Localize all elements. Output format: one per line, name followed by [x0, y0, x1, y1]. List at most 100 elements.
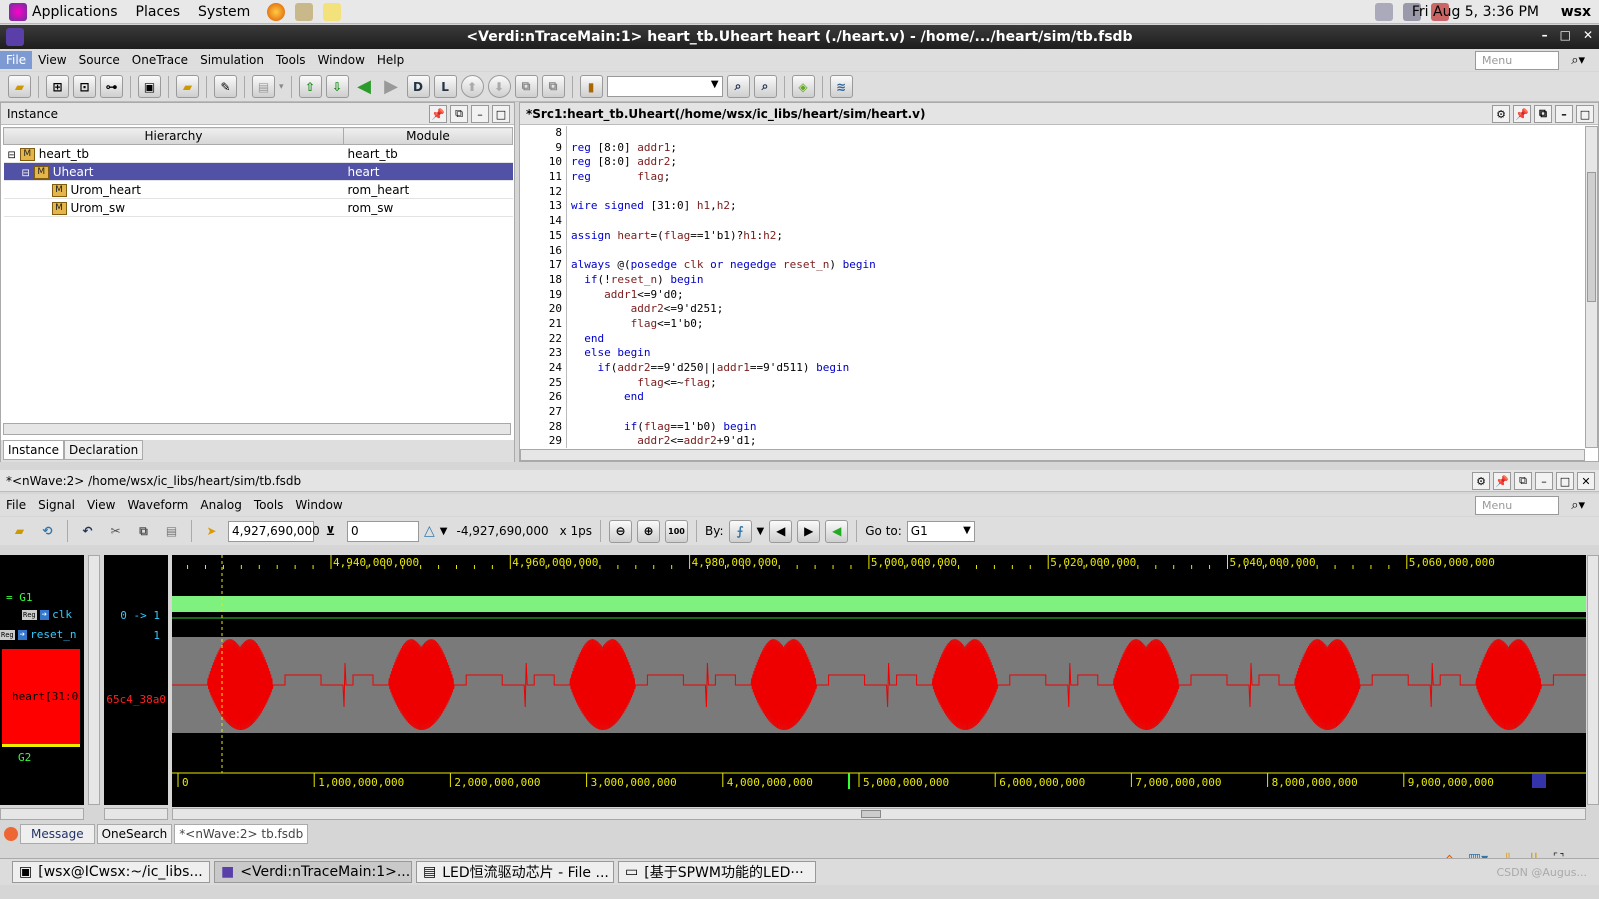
- collapse-icon[interactable]: ⊟: [8, 150, 16, 161]
- edge-icon[interactable]: ⨍: [728, 519, 752, 543]
- code-line[interactable]: 9 reg [8:0] addr1;: [520, 140, 1584, 156]
- horizontal-scrollbar[interactable]: [3, 423, 511, 435]
- undock-icon[interactable]: ⧉: [1534, 105, 1552, 123]
- close-icon[interactable]: ✕: [1583, 28, 1593, 42]
- copy-icon[interactable]: ⧉: [132, 520, 155, 543]
- search-icon[interactable]: ⌕▾: [1571, 498, 1585, 513]
- code-line[interactable]: 25 flag<=~flag;: [520, 375, 1584, 391]
- menu-view[interactable]: View: [32, 51, 72, 69]
- undo-icon[interactable]: ↶: [76, 520, 99, 543]
- hierarchy-tree-icon[interactable]: ⊞: [46, 75, 69, 98]
- nwave-icon[interactable]: ≋: [829, 75, 853, 98]
- menu-tools[interactable]: Tools: [270, 51, 312, 69]
- code-line[interactable]: 26 end: [520, 390, 1584, 406]
- settings-icon[interactable]: ⚙: [1472, 472, 1490, 490]
- forward-arrow-icon[interactable]: ▶: [380, 75, 403, 98]
- pin-icon[interactable]: 📌: [429, 105, 447, 123]
- table-row[interactable]: ⊟ Mheart_tb heart_tb: [3, 144, 513, 163]
- menu-search-input[interactable]: Menu: [1475, 50, 1559, 70]
- code-line[interactable]: 12: [520, 184, 1584, 200]
- connect2-icon[interactable]: ⧉: [541, 75, 565, 98]
- menu-simulation[interactable]: Simulation: [194, 51, 270, 69]
- source-code-view[interactable]: 8 9 reg [8:0] addr1; 10 reg [8:0] addr2; 11 re…: [520, 126, 1584, 448]
- close-icon[interactable]: ✕: [1577, 472, 1595, 490]
- task-verdi[interactable]: ■ <Verdi:nTraceMain:1>...: [214, 861, 412, 883]
- task-file-browser[interactable]: ▤ LED恒流驱动芯片 - File ...: [416, 861, 614, 883]
- zoom-out-icon[interactable]: ⊖: [609, 519, 633, 543]
- paste-icon[interactable]: ▤: [160, 520, 183, 543]
- code-line[interactable]: 18 if(!reset_n) begin: [520, 272, 1584, 288]
- wave-menu-search-input[interactable]: Menu: [1475, 495, 1559, 515]
- code-line[interactable]: 11 reg flag;: [520, 170, 1584, 185]
- task-document[interactable]: ▭ [基于SPWM功能的LED···: [618, 861, 816, 883]
- bookmark-icon[interactable]: ▮: [579, 75, 603, 98]
- marker-time-input[interactable]: 0: [347, 520, 419, 542]
- chevron-down-icon[interactable]: ▼: [440, 526, 448, 537]
- code-line[interactable]: 28 if(flag==1'b0) begin: [520, 419, 1584, 435]
- maximize-icon[interactable]: □: [1576, 105, 1594, 123]
- code-line[interactable]: 17 always @(posedge clk or negedge reset_…: [520, 258, 1584, 273]
- flow-icon[interactable]: ⊶: [100, 75, 123, 98]
- code-line[interactable]: 8: [520, 126, 1584, 141]
- places-menu[interactable]: Places: [127, 4, 190, 20]
- zoom-in-icon[interactable]: ⊕: [637, 519, 661, 543]
- code-line[interactable]: 10 reg [8:0] addr2;: [520, 155, 1584, 171]
- maximize-icon[interactable]: □: [1556, 472, 1574, 490]
- cursor-time-input[interactable]: 4,927,690,000: [228, 520, 320, 542]
- signal-reset-n[interactable]: Reg ➔ reset_n: [0, 628, 76, 641]
- table-row[interactable]: M Urom_sw rom_sw: [3, 198, 513, 217]
- wave-menu-file[interactable]: File: [0, 496, 32, 514]
- horizontal-scrollbar[interactable]: [520, 449, 1585, 461]
- code-line[interactable]: 19 addr1<=9'd0;: [520, 287, 1584, 303]
- open-folder-icon[interactable]: ▰: [8, 520, 31, 543]
- wave-menu-view[interactable]: View: [81, 496, 121, 514]
- undock-icon[interactable]: ⧉: [1514, 472, 1532, 490]
- edit-icon[interactable]: ✎: [214, 75, 237, 98]
- firefox-icon[interactable]: [267, 2, 286, 21]
- code-line[interactable]: 23 else begin: [520, 346, 1584, 361]
- code-line[interactable]: 24 if(addr2==9'd250||addr1==9'd511) begi…: [520, 361, 1584, 376]
- tab-declaration[interactable]: Declaration: [64, 440, 144, 460]
- chevron-down-icon[interactable]: ▼: [757, 526, 765, 537]
- group-g2[interactable]: G2: [18, 751, 31, 764]
- menu-onetrace[interactable]: OneTrace: [126, 51, 194, 69]
- menu-file[interactable]: File: [0, 51, 33, 69]
- trace-down-icon[interactable]: ⇩: [325, 75, 349, 98]
- property-icon[interactable]: ◈: [791, 75, 815, 98]
- undock-icon[interactable]: ⧉: [450, 105, 468, 123]
- table-row[interactable]: M Urom_heart rom_heart: [3, 180, 513, 199]
- text-editor-icon[interactable]: [323, 2, 342, 21]
- minimize-icon[interactable]: –: [471, 105, 489, 123]
- hierarchy-column-header[interactable]: Hierarchy: [3, 127, 344, 145]
- clock[interactable]: Fri Aug 5, 3:36 PM: [1412, 4, 1539, 20]
- schematic-icon[interactable]: ⊡: [73, 75, 96, 98]
- back-arrow-icon[interactable]: ◀: [353, 75, 376, 98]
- value-horizontal-scrollbar[interactable]: [104, 808, 168, 820]
- window-icon[interactable]: ▣: [138, 75, 161, 98]
- search-combo[interactable]: ▼: [606, 76, 723, 97]
- tab-message[interactable]: Message: [20, 823, 95, 844]
- menu-help[interactable]: Help: [371, 51, 410, 69]
- wave-menu-analog[interactable]: Analog: [194, 496, 247, 514]
- code-line[interactable]: 27: [520, 405, 1584, 420]
- up-circle-icon[interactable]: ⬆: [460, 75, 484, 98]
- marker-icon[interactable]: ⊻: [319, 520, 342, 543]
- waveform-view[interactable]: 4,940,000,000 4,960,000,000 4,980,000,000 5…: [172, 555, 1586, 807]
- code-line[interactable]: 14: [520, 214, 1584, 229]
- load-button[interactable]: L: [433, 75, 457, 98]
- tab-onesearch[interactable]: OneSearch: [96, 823, 173, 844]
- connect-icon[interactable]: ⧉: [514, 75, 538, 98]
- mail-icon[interactable]: [295, 2, 314, 21]
- code-line[interactable]: 13 wire signed [31:0] h1,h2;: [520, 199, 1584, 215]
- group-g1[interactable]: = G1: [6, 591, 33, 604]
- find-next-icon[interactable]: ⌕: [753, 75, 777, 98]
- find-icon[interactable]: ⌕: [726, 75, 750, 98]
- minimize-icon[interactable]: –: [1535, 472, 1553, 490]
- pin-icon[interactable]: 📌: [1493, 472, 1511, 490]
- minimize-icon[interactable]: –: [1542, 28, 1548, 42]
- module-column-header[interactable]: Module: [343, 127, 513, 145]
- code-line[interactable]: 20 addr2<=9'd251;: [520, 302, 1584, 317]
- code-line[interactable]: 29 addr2<=addr2+9'd1;: [520, 434, 1584, 448]
- maximize-icon[interactable]: □: [492, 105, 510, 123]
- wave-menu-tools[interactable]: Tools: [248, 496, 290, 514]
